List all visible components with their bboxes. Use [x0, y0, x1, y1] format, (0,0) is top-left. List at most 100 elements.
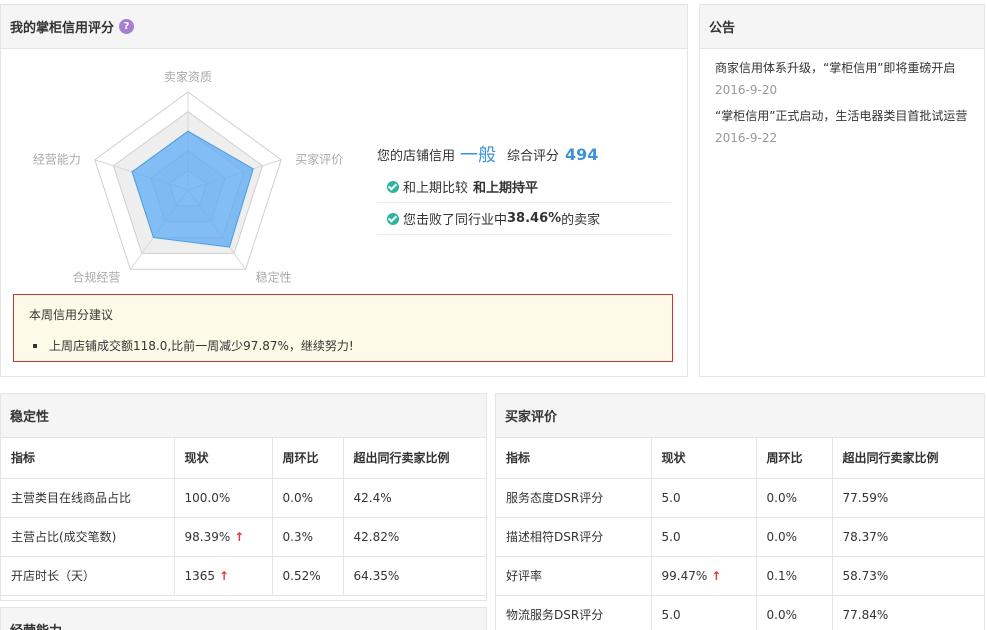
- beat-row: 您击败了同行业中 38.46% 的卖家: [377, 203, 671, 235]
- stability-title: 稳定性: [10, 410, 50, 425]
- metric-ratio: 42.4%: [343, 478, 486, 518]
- advice-item: 上周店铺成交额118.0,比前一周减少97.87%，继续努力!: [29, 337, 657, 354]
- metric-value-text: 5.0: [661, 529, 681, 544]
- column-header: 指标: [1, 438, 175, 479]
- table-row: 物流服务DSR评分 5.0 0.0% 77.84%: [496, 595, 984, 630]
- up-arrow-icon: ↑: [711, 568, 722, 583]
- metric-wow: 0.0%: [272, 478, 344, 518]
- table-row: 好评率 99.47% ↑ 0.1% 58.73%: [496, 556, 984, 596]
- weekly-advice-box: 本周信用分建议 上周店铺成交额118.0,比前一周减少97.87%，继续努力!: [13, 294, 673, 362]
- metric-value-text: 98.39%: [184, 529, 231, 544]
- credit-summary-line: 您的店铺信用 一般 综合评分 494: [377, 137, 671, 171]
- metric-value: 1365 ↑: [174, 556, 273, 596]
- operation-title: 经营能力: [10, 620, 62, 630]
- table-row: 服务态度DSR评分 5.0 0.0% 77.59%: [496, 478, 984, 518]
- table-row: 开店时长（天） 1365 ↑ 0.52% 64.35%: [1, 556, 486, 596]
- column-header: 现状: [174, 438, 273, 479]
- buyer-review-panel: 买家评价 指标 现状 周环比 超出同行卖家比例 服务态度DSR评分 5.0 0.…: [495, 393, 985, 630]
- notice-item[interactable]: “掌柜信用”正式启动，生活电器类目首批试运营 2016-9-22: [715, 108, 969, 147]
- metric-ratio: 77.84%: [832, 595, 984, 630]
- score-value: 494: [565, 144, 599, 164]
- table-row: 描述相符DSR评分 5.0 0.0% 78.37%: [496, 517, 984, 557]
- advice-title: 本周信用分建议: [29, 308, 114, 322]
- radar-axis-label: 买家评价: [295, 152, 343, 167]
- metric-name: 服务态度DSR评分: [496, 478, 652, 518]
- compare-value: 和上期持平: [473, 181, 539, 196]
- radar-axis-label: 经营能力: [33, 153, 81, 167]
- credit-level: 一般: [460, 145, 497, 166]
- column-header: 周环比: [756, 438, 833, 479]
- credit-score-header: 我的掌柜信用评分 ?: [1, 5, 687, 49]
- metric-value-text: 100.0%: [184, 490, 231, 505]
- credit-score-title: 我的掌柜信用评分: [10, 21, 115, 36]
- stability-panel: 稳定性 指标 现状 周环比 超出同行卖家比例 主营类目在线商品占比 100.0%…: [0, 393, 487, 601]
- metric-value-text: 99.47%: [661, 568, 708, 583]
- metric-wow: 0.1%: [756, 556, 833, 596]
- metric-ratio: 78.37%: [832, 517, 984, 557]
- score-label: 综合评分: [507, 148, 560, 164]
- metric-wow: 0.0%: [756, 595, 833, 630]
- buyer-review-header: 买家评价: [496, 394, 984, 438]
- beat-value: 38.46%: [507, 211, 562, 226]
- notice-title: 公告: [709, 21, 736, 36]
- metric-value: 5.0: [651, 478, 757, 518]
- notice-header: 公告: [700, 5, 984, 49]
- credit-prefix: 您的店铺信用: [377, 148, 456, 164]
- notice-text[interactable]: 商家信用体系升级，“掌柜信用”即将重磅开启: [715, 60, 969, 77]
- notice-text[interactable]: “掌柜信用”正式启动，生活电器类目首批试运营: [715, 108, 969, 125]
- help-icon[interactable]: ?: [119, 19, 135, 34]
- column-header: 周环比: [272, 438, 344, 479]
- credit-score-panel: 我的掌柜信用评分 ? 卖家资质买家评价稳定性 合规经营 经营能力 您的店铺信用 一般…: [0, 4, 688, 377]
- beat-prefix: 您击败了同行业中: [403, 213, 508, 228]
- metric-value-text: 5.0: [661, 607, 681, 622]
- buyer-review-title: 买家评价: [505, 410, 558, 425]
- credit-summary: 您的店铺信用 一般 综合评分 494 和上期比较 和上期持平 您击败了同行业中 …: [377, 137, 671, 235]
- metric-name: 主营类目在线商品占比: [1, 478, 175, 518]
- metric-name: 好评率: [496, 556, 652, 596]
- metric-value: 99.47% ↑: [651, 556, 757, 596]
- notice-date: 2016-9-20: [715, 83, 778, 97]
- metric-ratio: 58.73%: [832, 556, 984, 596]
- table-row: 主营占比(成交笔数) 98.39% ↑ 0.3% 42.82%: [1, 517, 486, 557]
- table-row: 主营类目在线商品占比 100.0% 0.0% 42.4%: [1, 478, 486, 518]
- metric-wow: 0.3%: [272, 517, 344, 557]
- table-header-row: 指标 现状 周环比 超出同行卖家比例: [1, 438, 486, 479]
- metric-name: 描述相符DSR评分: [496, 517, 652, 557]
- metric-ratio: 42.82%: [343, 517, 486, 557]
- credit-radar-chart: 卖家资质买家评价稳定性 合规经营 经营能力: [33, 69, 343, 284]
- radar-axis-label: 合规经营: [72, 269, 120, 284]
- metric-value: 100.0%: [174, 478, 273, 518]
- operation-panel: 经营能力: [0, 607, 487, 630]
- metric-wow: 0.0%: [756, 517, 833, 557]
- notice-date: 2016-9-22: [715, 131, 778, 145]
- metric-value: 5.0: [651, 517, 757, 557]
- radar-axis-label: 卖家资质: [164, 69, 212, 84]
- metric-name: 物流服务DSR评分: [496, 595, 652, 630]
- metric-value-text: 5.0: [661, 490, 681, 505]
- compare-prefix: 和上期比较: [403, 181, 469, 196]
- notice-panel: 公告 商家信用体系升级，“掌柜信用”即将重磅开启 2016-9-20 “掌柜信用…: [699, 4, 985, 377]
- operation-header: 经营能力: [1, 608, 486, 630]
- table-header-row: 指标 现状 周环比 超出同行卖家比例: [496, 438, 984, 479]
- metric-value: 98.39% ↑: [174, 517, 273, 557]
- metric-ratio: 77.59%: [832, 478, 984, 518]
- compare-row: 和上期比较 和上期持平: [377, 171, 671, 203]
- metric-name: 开店时长（天）: [1, 556, 175, 596]
- beat-suffix: 的卖家: [561, 213, 601, 228]
- metric-wow: 0.52%: [272, 556, 344, 596]
- metric-ratio: 64.35%: [343, 556, 486, 596]
- column-header: 超出同行卖家比例: [343, 438, 486, 479]
- check-circle-icon: [387, 180, 399, 193]
- column-header: 指标: [496, 438, 652, 479]
- stability-header: 稳定性: [1, 394, 486, 438]
- up-arrow-icon: ↑: [234, 529, 245, 544]
- radar-axis-label: 稳定性: [256, 269, 292, 284]
- column-header: 超出同行卖家比例: [832, 438, 984, 479]
- buyer-review-table: 指标 现状 周环比 超出同行卖家比例 服务态度DSR评分 5.0 0.0% 77…: [496, 438, 984, 630]
- metric-value: 5.0: [651, 595, 757, 630]
- column-header: 现状: [651, 438, 757, 479]
- up-arrow-icon: ↑: [219, 568, 230, 583]
- stability-table: 指标 现状 周环比 超出同行卖家比例 主营类目在线商品占比 100.0% 0.0…: [1, 438, 486, 596]
- notice-item[interactable]: 商家信用体系升级，“掌柜信用”即将重磅开启 2016-9-20: [715, 60, 969, 99]
- metric-value-text: 1365: [184, 568, 216, 583]
